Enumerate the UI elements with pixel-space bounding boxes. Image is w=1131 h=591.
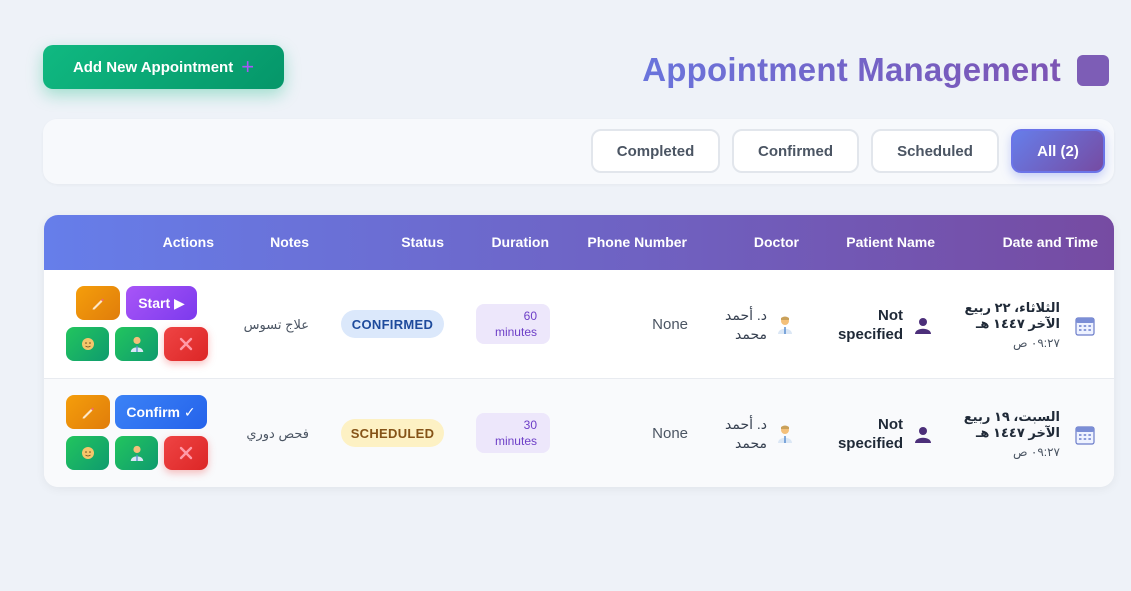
status-badge: CONFIRMED bbox=[341, 310, 444, 338]
close-icon bbox=[179, 337, 193, 351]
column-status: Status bbox=[401, 234, 444, 250]
duration-value: 30 bbox=[523, 418, 537, 432]
confirm-button[interactable]: Confirm ✓ bbox=[115, 395, 207, 429]
patient-profile-button[interactable] bbox=[66, 436, 109, 470]
patient-name: Not specified bbox=[837, 416, 903, 452]
appointment-date: الثلاثاء، ٢٢ ربيع الآخر ١٤٤٧ هـ bbox=[964, 300, 1060, 331]
column-doctor: Doctor bbox=[753, 234, 799, 250]
notes-text: علاج تسوس bbox=[243, 317, 309, 332]
pencil-icon bbox=[92, 298, 104, 310]
doctor-profile-button[interactable] bbox=[115, 327, 158, 361]
duration-value: 60 bbox=[523, 309, 537, 323]
filter-scheduled[interactable]: Scheduled bbox=[871, 129, 999, 173]
doctor-icon bbox=[130, 336, 143, 352]
column-date-time: Date and Time bbox=[1002, 234, 1098, 250]
table-row: السبت، ١٩ ربيع الآخر ١٤٤٧ هـ ٠٩:٢٧ ص Not… bbox=[44, 379, 1114, 487]
page-header: Appointment Management bbox=[642, 50, 1109, 90]
filter-bar: Completed Confirmed Scheduled All (2) bbox=[43, 119, 1114, 184]
calendar-app-icon bbox=[1077, 54, 1109, 86]
appointment-time: ٠٩:٢٧ ص bbox=[1013, 336, 1060, 350]
table-row: الثلاثاء، ٢٢ ربيع الآخر ١٤٤٧ هـ ٠٩:٢٧ ص … bbox=[44, 270, 1114, 379]
doctor-icon bbox=[130, 445, 143, 461]
doctor-name: د. أحمد محمد bbox=[725, 416, 767, 451]
edit-button[interactable] bbox=[76, 286, 120, 320]
status-badge: SCHEDULED bbox=[341, 419, 444, 447]
page-title: Appointment Management bbox=[642, 51, 1061, 88]
column-actions: Actions bbox=[162, 234, 214, 250]
duration-unit: minutes bbox=[494, 325, 537, 339]
add-new-appointment-button[interactable]: Add New Appointment + bbox=[43, 45, 284, 89]
column-patient-name: Patient Name bbox=[846, 234, 935, 250]
edit-button[interactable] bbox=[66, 395, 110, 429]
calendar-icon bbox=[1075, 426, 1095, 445]
duration-badge: 60 minutes bbox=[476, 304, 550, 344]
doctor-icon bbox=[778, 425, 792, 443]
column-duration: Duration bbox=[491, 234, 549, 250]
appointments-table: Date and Time Patient Name Doctor Phone … bbox=[44, 215, 1114, 487]
patient-name: Not specified bbox=[837, 307, 903, 343]
patient-icon bbox=[915, 427, 931, 443]
pencil-icon bbox=[82, 407, 94, 419]
appointment-time: ٠٩:٢٧ ص bbox=[1013, 445, 1060, 459]
phone-number: None bbox=[652, 316, 688, 333]
filter-confirmed[interactable]: Confirmed bbox=[732, 129, 859, 173]
column-phone-number: Phone Number bbox=[587, 234, 687, 250]
duration-unit: minutes bbox=[494, 434, 537, 448]
appointment-date: السبت، ١٩ ربيع الآخر ١٤٤٧ هـ bbox=[963, 409, 1060, 440]
add-button-label: Add New Appointment bbox=[72, 58, 234, 76]
column-notes: Notes bbox=[270, 234, 309, 250]
patient-profile-button[interactable] bbox=[66, 327, 109, 361]
notes-text: فحص دوري bbox=[246, 426, 309, 441]
start-button[interactable]: Start ▶ bbox=[126, 286, 197, 320]
plus-icon: + bbox=[241, 54, 255, 79]
filter-completed[interactable]: Completed bbox=[591, 129, 720, 173]
doctor-icon bbox=[778, 316, 792, 334]
table-header: Date and Time Patient Name Doctor Phone … bbox=[44, 215, 1114, 270]
duration-badge: 30 minutes bbox=[476, 413, 550, 453]
patient-icon bbox=[81, 338, 94, 350]
cancel-button[interactable] bbox=[164, 436, 208, 470]
cancel-button[interactable] bbox=[164, 327, 208, 361]
calendar-icon bbox=[1075, 317, 1095, 336]
doctor-profile-button[interactable] bbox=[115, 436, 158, 470]
close-icon bbox=[179, 446, 193, 460]
doctor-name: د. أحمد محمد bbox=[725, 307, 767, 342]
filter-all[interactable]: All (2) bbox=[1011, 129, 1105, 173]
phone-number: None bbox=[652, 425, 688, 442]
patient-icon bbox=[915, 318, 931, 334]
patient-icon bbox=[81, 447, 94, 459]
